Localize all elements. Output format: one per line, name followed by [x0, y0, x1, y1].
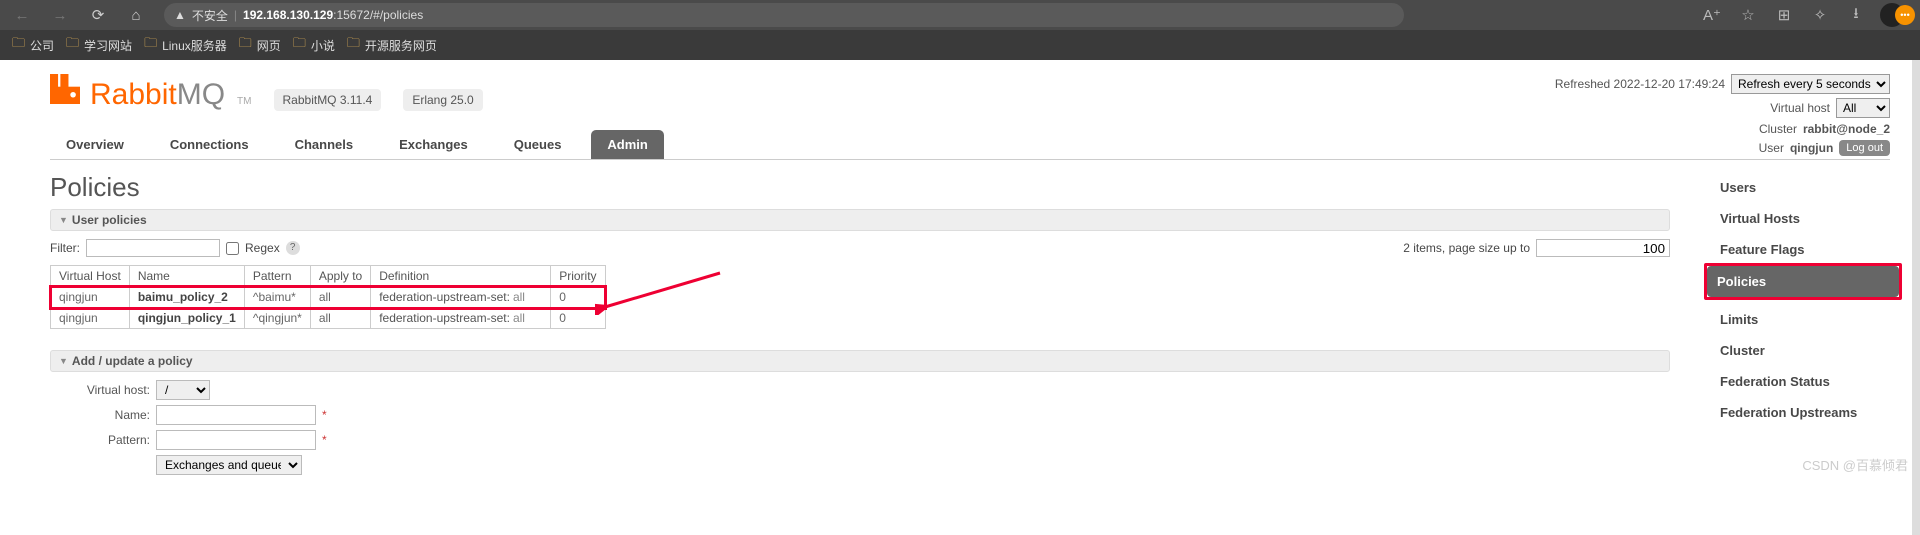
- form-pattern-input[interactable]: [156, 430, 316, 450]
- rnav-policies[interactable]: Policies: [1707, 266, 1899, 297]
- folder-icon: 🗀: [12, 34, 25, 56]
- trademark: TM: [237, 96, 251, 107]
- collections-icon[interactable]: ✧: [1808, 3, 1832, 27]
- extension-badge[interactable]: •••: [1895, 5, 1915, 25]
- policies-table: Virtual Host Name Pattern Apply to Defin…: [50, 265, 606, 329]
- regex-checkbox[interactable]: [226, 242, 239, 255]
- required-marker: *: [322, 408, 327, 422]
- status-panel: Refreshed 2022-12-20 17:49:24 Refresh ev…: [1555, 74, 1890, 160]
- col-definition: Definition: [371, 266, 551, 287]
- rabbitmq-logo: [50, 74, 80, 104]
- form-vhost-label: Virtual host:: [50, 383, 150, 397]
- refresh-interval-select[interactable]: Refresh every 5 seconds: [1731, 74, 1890, 94]
- main-content: Policies ▼ User policies Filter: Regex ?…: [50, 172, 1670, 480]
- back-icon[interactable]: ←: [8, 1, 36, 29]
- rnav-federation-upstreams[interactable]: Federation Upstreams: [1710, 397, 1890, 428]
- address-bar[interactable]: ▲ 不安全 | 192.168.130.129:15672/#/policies: [164, 3, 1404, 27]
- paging-text: 2 items, page size up to: [1403, 241, 1530, 255]
- cluster-label: Cluster: [1759, 122, 1797, 136]
- page-size-input[interactable]: [1536, 239, 1670, 257]
- page-title: Policies: [50, 172, 1670, 203]
- col-applyto: Apply to: [310, 266, 370, 287]
- section-add-update[interactable]: ▼ Add / update a policy: [50, 350, 1670, 372]
- tab-overview[interactable]: Overview: [50, 130, 140, 159]
- erlang-version-badge: Erlang 25.0: [403, 89, 482, 111]
- user-name: qingjun: [1790, 141, 1833, 155]
- browser-right-controls: A⁺ ☆ ⊞ ✧ ⭳: [1700, 3, 1912, 27]
- folder-icon: 🗀: [293, 34, 306, 56]
- refreshed-text: Refreshed 2022-12-20 17:49:24: [1555, 77, 1725, 91]
- vhost-label: Virtual host: [1770, 101, 1830, 115]
- filter-label: Filter:: [50, 241, 80, 255]
- bookmarks-bar: 🗀公司 🗀学习网站 🗀Linux服务器 🗀网页 🗀小说 🗀开源服务网页: [0, 30, 1920, 60]
- extensions-icon[interactable]: ⊞: [1772, 3, 1796, 27]
- rnav-federation-status[interactable]: Federation Status: [1710, 366, 1890, 397]
- regex-label: Regex: [245, 241, 280, 255]
- table-row[interactable]: qingjun baimu_policy_2 ^baimu* all feder…: [51, 287, 606, 308]
- url-text: 192.168.130.129:15672/#/policies: [243, 8, 1394, 22]
- reload-icon[interactable]: ⟳: [84, 1, 112, 29]
- vhost-select[interactable]: All: [1836, 98, 1890, 118]
- tab-channels[interactable]: Channels: [279, 130, 370, 159]
- divider: |: [234, 8, 237, 22]
- form-name-input[interactable]: [156, 405, 316, 425]
- folder-icon: 🗀: [144, 34, 157, 56]
- cluster-name: rabbit@node_2: [1803, 122, 1890, 136]
- tab-queues[interactable]: Queues: [498, 130, 578, 159]
- read-aloud-icon[interactable]: A⁺: [1700, 3, 1724, 27]
- section-user-policies[interactable]: ▼ User policies: [50, 209, 1670, 231]
- page-header: RabbitMQ TM RabbitMQ 3.11.4 Erlang 25.0 …: [50, 74, 1890, 160]
- bookmark-item[interactable]: 🗀公司: [12, 34, 54, 56]
- user-label: User: [1759, 141, 1784, 155]
- rnav-feature-flags[interactable]: Feature Flags: [1710, 234, 1890, 265]
- watermark: CSDN @百慕倾君: [1802, 455, 1908, 474]
- col-name: Name: [129, 266, 244, 287]
- chevron-down-icon: ▼: [59, 215, 68, 225]
- admin-right-nav: Users Virtual Hosts Feature Flags Polici…: [1710, 172, 1890, 480]
- help-icon[interactable]: ?: [286, 241, 300, 255]
- insecure-icon: ▲: [174, 8, 186, 22]
- bookmark-item[interactable]: 🗀网页: [239, 34, 281, 56]
- arrow-annotation: [595, 265, 725, 315]
- filter-row: Filter: Regex ? 2 items, page size up to: [50, 239, 1670, 257]
- form-applyto-select[interactable]: Exchanges and queues: [156, 455, 302, 475]
- home-icon[interactable]: ⌂: [122, 1, 150, 29]
- folder-icon: 🗀: [347, 34, 360, 56]
- tab-exchanges[interactable]: Exchanges: [383, 130, 484, 159]
- rnav-users[interactable]: Users: [1710, 172, 1890, 203]
- logout-button[interactable]: Log out: [1839, 140, 1890, 156]
- browser-toolbar: ← → ⟳ ⌂ ▲ 不安全 | 192.168.130.129:15672/#/…: [0, 0, 1920, 30]
- bookmark-item[interactable]: 🗀小说: [293, 34, 335, 56]
- forward-icon[interactable]: →: [46, 1, 74, 29]
- form-name-label: Name:: [50, 408, 150, 422]
- rnav-cluster[interactable]: Cluster: [1710, 335, 1890, 366]
- chevron-down-icon: ▼: [59, 356, 68, 366]
- col-pattern: Pattern: [244, 266, 310, 287]
- form-pattern-label: Pattern:: [50, 433, 150, 447]
- filter-input[interactable]: [86, 239, 220, 257]
- tab-admin[interactable]: Admin: [591, 130, 663, 159]
- rnav-limits[interactable]: Limits: [1710, 304, 1890, 335]
- required-marker: *: [322, 433, 327, 447]
- rnav-virtual-hosts[interactable]: Virtual Hosts: [1710, 203, 1890, 234]
- tab-connections[interactable]: Connections: [154, 130, 265, 159]
- logo-text: RabbitMQ: [90, 78, 225, 112]
- bookmark-item[interactable]: 🗀开源服务网页: [347, 34, 437, 56]
- table-row[interactable]: qingjun qingjun_policy_1 ^qingjun* all f…: [51, 308, 606, 329]
- form-vhost-select[interactable]: /: [156, 380, 210, 400]
- folder-icon: 🗀: [66, 34, 79, 56]
- highlight-annotation: Policies: [1704, 263, 1902, 300]
- bookmark-item[interactable]: 🗀学习网站: [66, 34, 132, 56]
- page: RabbitMQ TM RabbitMQ 3.11.4 Erlang 25.0 …: [0, 60, 1920, 480]
- col-vhost: Virtual Host: [51, 266, 130, 287]
- folder-icon: 🗀: [239, 34, 252, 56]
- bookmark-item[interactable]: 🗀Linux服务器: [144, 34, 227, 56]
- col-priority: Priority: [551, 266, 605, 287]
- insecure-label: 不安全: [192, 7, 228, 24]
- rabbitmq-version-badge: RabbitMQ 3.11.4: [274, 89, 382, 111]
- downloads-icon[interactable]: ⭳: [1844, 3, 1868, 27]
- favorite-icon[interactable]: ☆: [1736, 3, 1760, 27]
